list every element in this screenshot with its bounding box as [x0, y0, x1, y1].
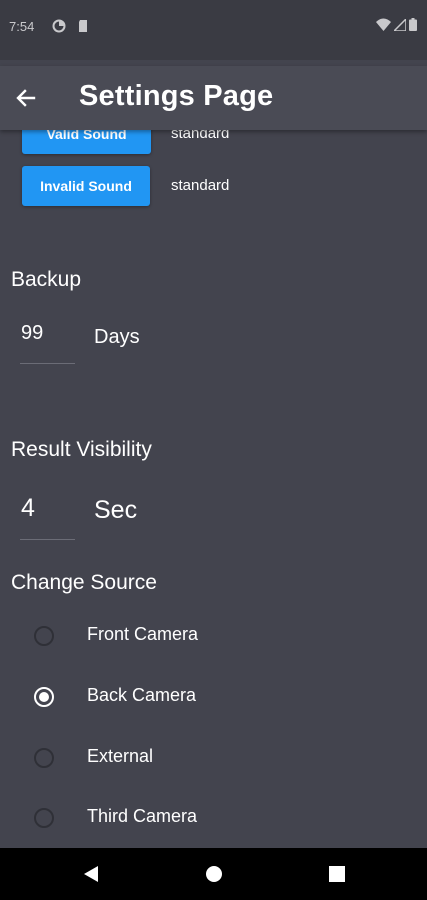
invalid-sound-value: standard	[171, 177, 230, 194]
radio-button[interactable]	[34, 626, 54, 646]
radio-third-camera[interactable]: Third Camera	[0, 790, 427, 846]
radio-external[interactable]: External	[0, 730, 427, 786]
page-title: Settings Page	[79, 80, 274, 112]
cell-signal-icon	[394, 18, 406, 31]
backup-days-input[interactable]: 99	[20, 322, 75, 364]
nav-back-button[interactable]	[79, 862, 103, 886]
radio-label: Third Camera	[87, 806, 198, 826]
wifi-icon	[376, 18, 391, 31]
result-visibility-input[interactable]: 4	[20, 494, 75, 540]
status-time: 7:54	[9, 19, 35, 34]
radio-label: Front Camera	[87, 624, 199, 644]
nav-recents-button[interactable]	[325, 862, 349, 886]
radio-back-camera[interactable]: Back Camera	[0, 669, 427, 725]
sd-card-icon	[79, 20, 87, 32]
change-source-title: Change Source	[11, 571, 157, 594]
radio-label: External	[87, 746, 154, 766]
app-bar: Settings Page	[0, 66, 427, 130]
invalid-sound-button[interactable]: Invalid Sound	[22, 166, 150, 206]
triangle-back-icon	[84, 866, 98, 882]
settings-content[interactable]: Valid Sound standard Invalid Sound stand…	[0, 130, 427, 848]
back-button[interactable]	[14, 86, 46, 110]
radio-button[interactable]	[34, 687, 54, 707]
backup-title: Backup	[11, 268, 82, 291]
radio-label: Back Camera	[87, 685, 197, 705]
circle-home-icon	[206, 866, 222, 882]
battery-icon	[409, 18, 417, 31]
result-visibility-title: Result Visibility	[11, 438, 152, 461]
radio-button[interactable]	[34, 808, 54, 828]
result-visibility-unit: Sec	[94, 496, 138, 524]
data-saver-icon	[52, 19, 66, 33]
radio-front-camera[interactable]: Front Camera	[0, 608, 427, 664]
backup-unit: Days	[94, 326, 140, 348]
status-right-icons	[376, 18, 417, 31]
square-recents-icon	[329, 866, 345, 882]
system-nav-bar	[0, 848, 427, 900]
radio-button[interactable]	[34, 748, 54, 768]
nav-home-button[interactable]	[202, 862, 226, 886]
status-bar: 7:54	[0, 0, 427, 60]
valid-sound-value: standard	[171, 130, 230, 142]
backup-days-value: 99	[21, 322, 44, 344]
valid-sound-button[interactable]: Valid Sound	[22, 130, 151, 154]
result-visibility-value: 4	[21, 494, 35, 522]
arrow-left-icon	[16, 89, 36, 107]
